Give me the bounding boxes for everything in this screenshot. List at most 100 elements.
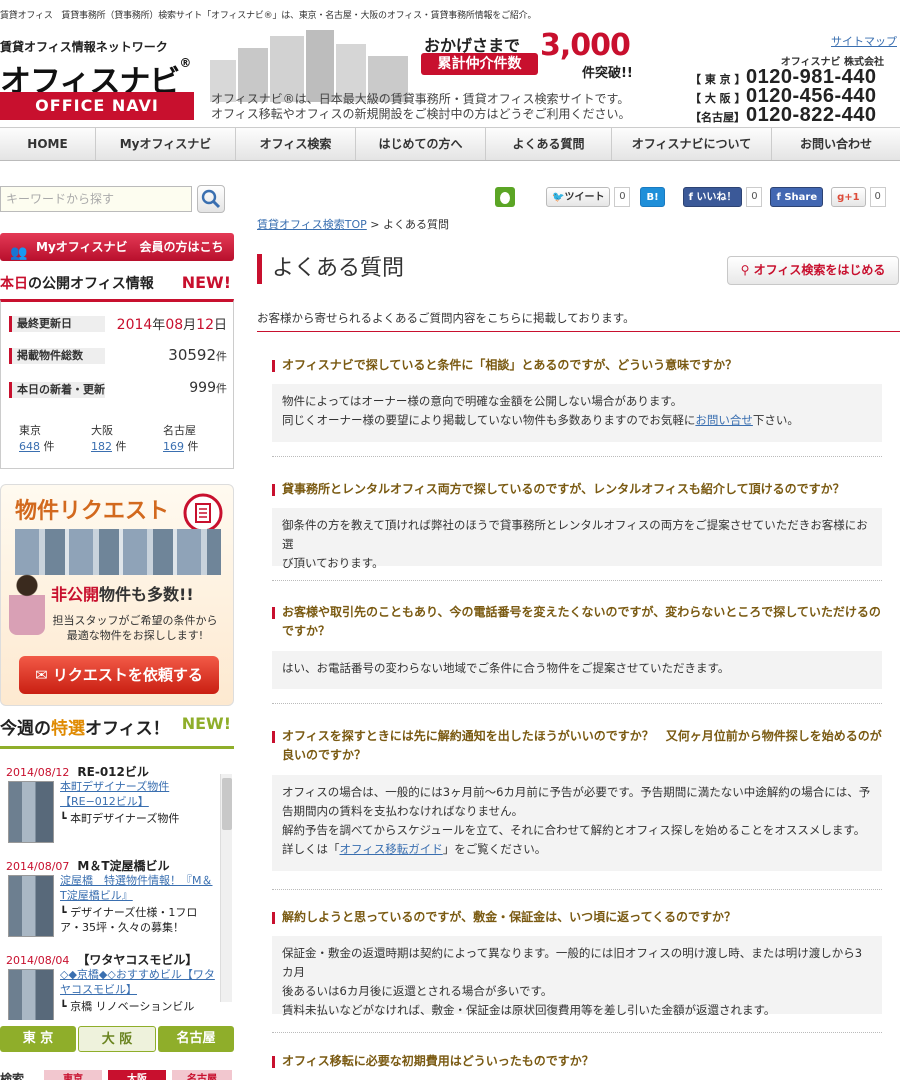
tab-osaka[interactable]: 大 阪 — [78, 1026, 156, 1052]
city-count-link[interactable]: 648 — [19, 440, 40, 453]
promo-count: 3,000 — [540, 28, 631, 63]
faq-question: 貸事務所とレンタルオフィス両方で探しているのですが、レンタルオフィスも紹介して頂… — [272, 480, 882, 499]
phone-osaka: 【 大 阪 】 0120-456-440 — [690, 85, 900, 107]
breadcrumb: 賃貸オフィス検索TOP > よくある質問 — [257, 218, 450, 231]
phone-number[interactable]: 0120-822-440 — [746, 104, 877, 127]
search-region-strip: 検索 東京 大阪 名古屋 — [0, 1064, 234, 1080]
promo-tail: 件突破!! — [582, 66, 633, 81]
property-thumbnail[interactable] — [8, 875, 54, 937]
nav-office-search[interactable]: オフィス検索 — [236, 128, 356, 160]
office-move-guide-link[interactable]: オフィス移転ガイド — [340, 842, 443, 856]
phone-city: 【 大 阪 】 — [690, 92, 746, 105]
request-description: 担当スタッフがご希望の条件から 最適な物件をお探しします! — [52, 614, 218, 642]
faq-answer: はい、お電話番号の変わらない地域でご条件に合う物件をご提案させていただきます。 — [272, 651, 882, 689]
breadcrumb-current: よくある質問 — [383, 218, 450, 231]
tweet-button[interactable]: 🐦ツイート — [546, 187, 611, 207]
search-tab-nagoya[interactable]: 名古屋 — [172, 1070, 232, 1080]
search-button[interactable] — [197, 185, 225, 213]
nav-home[interactable]: HOME — [0, 128, 96, 160]
faq-item: オフィス移転に必要な初期費用はどういったものですか？ — [272, 1052, 882, 1071]
twitter-icon: 🐦 — [552, 192, 565, 203]
faq-divider — [272, 889, 882, 890]
stat-value: 999件 — [189, 380, 227, 396]
property-link[interactable]: ◇◆京橋◆◇おすすめビル【ワタヤコスモビル】 — [60, 967, 218, 997]
faq-divider — [272, 1032, 882, 1033]
weekly-featured-list: 2014/08/12 RE-012ビル 本町デザイナーズ物件【RE−012ビル】 … — [0, 746, 234, 1020]
social-buttons: 🐦ツイート 0 B! f いいね！ 0 f Share g+1 0 — [494, 186, 886, 208]
request-button[interactable]: ✉ リクエストを依頼する — [19, 656, 219, 694]
stat-value: 30592件 — [168, 346, 227, 364]
city-count-link[interactable]: 182 — [91, 440, 112, 453]
evernote-icon[interactable] — [494, 186, 516, 208]
stat-value: 2014年08月12日 — [116, 317, 227, 333]
property-subtitle: ┗ デザイナーズ仕様・1フロア・35坪・久々の募集！ — [60, 906, 198, 934]
scrollbar-thumb[interactable] — [222, 778, 232, 830]
phone-city: 【 東 京 】 — [690, 73, 746, 86]
stat-last-updated: 最終更新日 2014年08月12日 — [9, 314, 227, 334]
tab-tokyo[interactable]: 東 京 — [0, 1026, 76, 1052]
nav-first-time[interactable]: はじめての方へ — [356, 128, 486, 160]
today-info-box: 最終更新日 2014年08月12日 掲載物件総数 30592件 本日の新着・更新… — [0, 299, 234, 469]
sitemap-link[interactable]: サイトマップ — [831, 33, 897, 49]
region-tabs: 東 京 大 阪 名古屋 — [0, 1026, 234, 1052]
phone-nagoya: 【名古屋】 0120-822-440 — [690, 104, 900, 126]
hatena-bookmark-button[interactable]: B! — [640, 187, 665, 207]
faq-answer: オフィスの場合は、一般的には3ヶ月前〜6カ月前に予告が必要です。予告期間に満たな… — [272, 775, 882, 871]
description-line: オフィスナビ®は、日本最大級の賃貸事務所・賃貸オフィス検索サイトです。 — [211, 92, 630, 106]
gplus-count: 0 — [869, 187, 886, 207]
logo-registered-mark: ® — [179, 56, 191, 70]
start-search-label: オフィス検索をはじめる — [753, 263, 886, 277]
featured-scrollbar[interactable] — [220, 774, 232, 1002]
tweet-count: 0 — [614, 187, 631, 207]
list-item: 2014/08/04 【ワタヤコスモビル】 ◇◆京橋◆◇おすすめビル【ワタヤコスモ… — [6, 951, 218, 1020]
buildings-photo — [15, 529, 221, 575]
stat-new-today: 本日の新着・更新 999件 — [9, 380, 227, 400]
keyword-search-input[interactable]: キーワードから探す — [0, 186, 192, 212]
google-plus-button[interactable]: g+1 — [831, 187, 866, 207]
member-login-banner[interactable]: 👥 Myオフィスナビ 会員の方はこちら — [0, 233, 234, 282]
list-item: 2014/08/12 RE-012ビル 本町デザイナーズ物件【RE−012ビル】 … — [6, 763, 218, 843]
faq-item: 貸事務所とレンタルオフィス両方で探しているのですが、レンタルオフィスも紹介して頂… — [272, 480, 882, 581]
start-search-button[interactable]: ⚲ オフィス検索をはじめる — [727, 256, 899, 285]
nav-about[interactable]: オフィスナビについて — [612, 128, 772, 160]
staff-photo — [9, 573, 45, 635]
property-request-banner[interactable]: 物件リクエスト 非公開物件も多数!! 担当スタッフがご希望の条件から 最適な物件… — [0, 484, 234, 706]
phone-city: 【名古屋】 — [690, 111, 745, 124]
city-count-link[interactable]: 169 — [163, 440, 184, 453]
facebook-like-button[interactable]: f いいね！ — [682, 187, 743, 207]
faq-question: お客様や取引先のこともあり、今の電話番号を変えたくないのですが、変わらないところ… — [272, 603, 882, 641]
site-description: オフィスナビ®は、日本最大級の賃貸事務所・賃貸オフィス検索サイトです。 オフィス… — [211, 92, 631, 122]
contact-link[interactable]: お問い合せ — [695, 413, 753, 427]
property-link[interactable]: 淀屋橋 特選物件情報！『M＆T淀屋橋ビル』 — [60, 873, 218, 903]
faq-answer: 御条件の方を教えて頂ければ弊社のほうで貸事務所とレンタルオフィスの両方をご提案さ… — [272, 508, 882, 570]
nav-contact[interactable]: お問い合わせ — [772, 128, 900, 160]
description-line: オフィス移転やオフィスの新規開設をご検討中の方はどうぞご利用ください。 — [211, 107, 631, 121]
like-count: 0 — [746, 187, 763, 207]
nav-faq[interactable]: よくある質問 — [486, 128, 612, 160]
stat-total-listings: 掲載物件総数 30592件 — [9, 346, 227, 366]
search-label: 検索 — [0, 1072, 25, 1080]
logo-tagline: 賃貸オフィス情報ネットワーク — [0, 40, 168, 54]
stat-label: 本日の新着・更新 — [9, 382, 105, 398]
today-title-red: 本日 — [0, 276, 28, 292]
property-thumbnail[interactable] — [8, 781, 54, 843]
stat-label: 掲載物件総数 — [9, 348, 105, 364]
property-link[interactable]: 本町デザイナーズ物件【RE−012ビル】 — [60, 779, 218, 809]
tab-nagoya[interactable]: 名古屋 — [158, 1026, 234, 1052]
search-icon — [201, 189, 221, 209]
nav-my-officenavi[interactable]: Myオフィスナビ — [96, 128, 236, 160]
search-tab-tokyo[interactable]: 東京 — [44, 1070, 102, 1080]
request-button-label: リクエストを依頼する — [52, 666, 203, 684]
facebook-share-button[interactable]: f Share — [770, 187, 824, 207]
city-tokyo: 東京 648 件 — [19, 424, 55, 453]
document-icon — [183, 493, 223, 533]
today-title-rest: の公開オフィス情報 — [28, 276, 154, 292]
search-tab-osaka[interactable]: 大阪 — [108, 1070, 166, 1080]
city-nagoya: 名古屋 169 件 — [163, 424, 199, 453]
site-tagline: 賃貸オフィス 賃貸事務所（貸事務所）検索サイト「オフィスナビ®」は、東京・名古屋… — [0, 11, 537, 21]
request-title: 物件リクエスト — [15, 499, 170, 524]
breadcrumb-top-link[interactable]: 賃貸オフィス検索TOP — [257, 218, 367, 231]
new-badge: NEW! — [181, 273, 231, 292]
promo-label: 累計仲介件数 — [421, 53, 538, 75]
property-thumbnail[interactable] — [8, 969, 54, 1020]
